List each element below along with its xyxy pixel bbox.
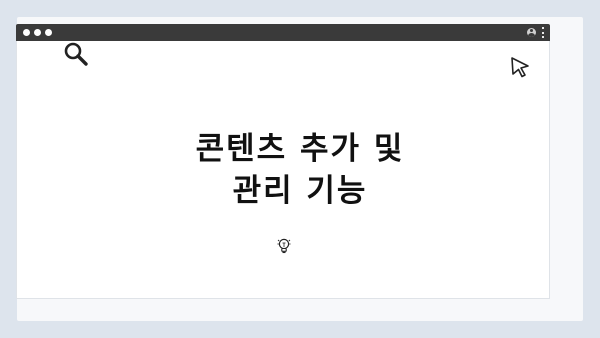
window-dot[interactable] bbox=[34, 29, 41, 36]
window-controls bbox=[23, 29, 52, 36]
lightbulb-icon bbox=[277, 238, 291, 254]
search-icon bbox=[64, 42, 88, 66]
headline-line-2: 관리 기능 bbox=[232, 173, 368, 209]
window-dot[interactable] bbox=[23, 29, 30, 36]
window-dot[interactable] bbox=[45, 29, 52, 36]
kebab-menu-icon[interactable] bbox=[542, 27, 545, 38]
page-headline: 콘텐츠 추가 및 관리 기능 bbox=[0, 128, 600, 212]
headline-line-1: 콘텐츠 추가 및 bbox=[195, 131, 405, 167]
cursor-icon bbox=[511, 57, 529, 78]
browser-titlebar bbox=[16, 24, 550, 41]
profile-icon[interactable] bbox=[527, 28, 536, 37]
